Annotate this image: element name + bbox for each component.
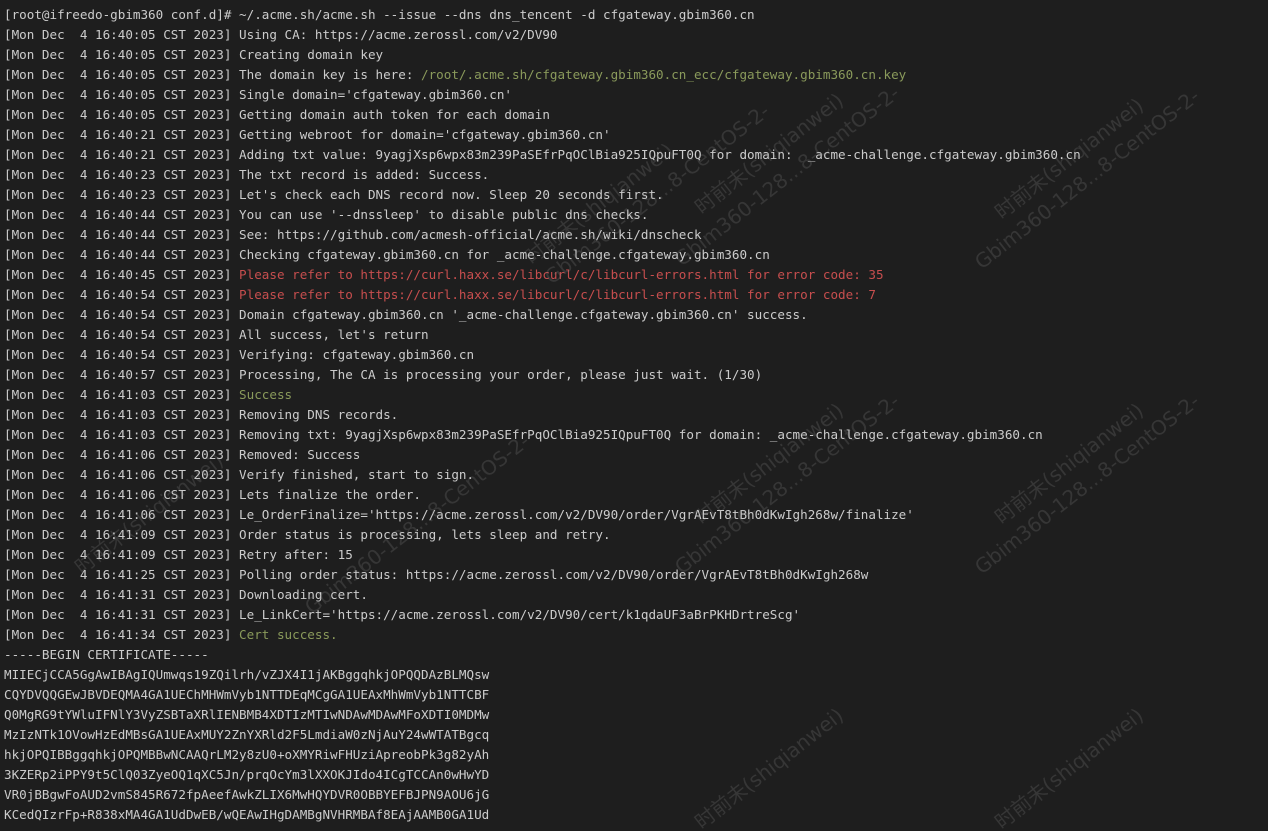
terminal-line: [Mon Dec 4 16:41:06 CST 2023] Verify fin… (4, 465, 1268, 485)
terminal-text: [Mon Dec 4 16:40:57 CST 2023] Processing… (4, 367, 763, 382)
terminal-line: MzIzNTk1OVowHzEdMBsGA1UEAxMUY2ZnYXRld2F5… (4, 725, 1268, 745)
terminal-line: [Mon Dec 4 16:40:05 CST 2023] The domain… (4, 65, 1268, 85)
terminal-text: [Mon Dec 4 16:41:31 CST 2023] Downloadin… (4, 587, 368, 602)
terminal-line: [Mon Dec 4 16:41:03 CST 2023] Removing t… (4, 425, 1268, 445)
terminal-line: [root@ifreedo-gbim360 conf.d]# ~/.acme.s… (4, 5, 1268, 25)
terminal-line: [Mon Dec 4 16:41:09 CST 2023] Retry afte… (4, 545, 1268, 565)
terminal-line: [Mon Dec 4 16:40:05 CST 2023] Creating d… (4, 45, 1268, 65)
terminal-text: [Mon Dec 4 16:40:05 CST 2023] The domain… (4, 67, 422, 82)
terminal-text: KCedQIzrFp+R838xMA4GA1UdDwEB/wQEAwIHgDAM… (4, 807, 490, 822)
terminal-line: [Mon Dec 4 16:40:54 CST 2023] Verifying:… (4, 345, 1268, 365)
terminal-line: [Mon Dec 4 16:40:23 CST 2023] Let's chec… (4, 185, 1268, 205)
highlight-text: Cert success. (239, 627, 338, 642)
terminal-text: [Mon Dec 4 16:41:06 CST 2023] Le_OrderFi… (4, 507, 914, 522)
terminal-text: [Mon Dec 4 16:41:03 CST 2023] (4, 387, 240, 402)
terminal-line: [Mon Dec 4 16:41:25 CST 2023] Polling or… (4, 565, 1268, 585)
terminal-text: [Mon Dec 4 16:40:54 CST 2023] Domain cfg… (4, 307, 808, 322)
terminal-line: [Mon Dec 4 16:41:06 CST 2023] Removed: S… (4, 445, 1268, 465)
terminal-text: 3KZERp2iPPY9t5ClQ03ZyeOQ1qXC5Jn/prqOcYm3… (4, 767, 490, 782)
terminal-line: CQYDVQQGEwJBVDEQMA4GA1UEChMHWmVyb1NTTDEq… (4, 685, 1268, 705)
terminal-line: [Mon Dec 4 16:41:03 CST 2023] Removing D… (4, 405, 1268, 425)
terminal-text: [Mon Dec 4 16:41:06 CST 2023] Lets final… (4, 487, 422, 502)
terminal-text: [Mon Dec 4 16:40:05 CST 2023] Creating d… (4, 47, 384, 62)
terminal-text: [Mon Dec 4 16:41:06 CST 2023] Removed: S… (4, 447, 361, 462)
terminal-line: [Mon Dec 4 16:41:09 CST 2023] Order stat… (4, 525, 1268, 545)
terminal-line: [Mon Dec 4 16:41:06 CST 2023] Le_OrderFi… (4, 505, 1268, 525)
terminal-line: -----BEGIN CERTIFICATE----- (4, 645, 1268, 665)
terminal-line: [Mon Dec 4 16:41:34 CST 2023] Cert succe… (4, 625, 1268, 645)
terminal-text: [Mon Dec 4 16:41:09 CST 2023] Order stat… (4, 527, 611, 542)
terminal-text: [Mon Dec 4 16:40:44 CST 2023] You can us… (4, 207, 649, 222)
terminal-text: [Mon Dec 4 16:40:21 CST 2023] Adding txt… (4, 147, 1081, 162)
terminal-text: MIIECjCCA5GgAwIBAgIQUmwqs19ZQilrh/vZJX4I… (4, 667, 490, 682)
terminal-line: [Mon Dec 4 16:40:21 CST 2023] Adding txt… (4, 145, 1268, 165)
error-text: Please refer to https://curl.haxx.se/lib… (239, 287, 876, 302)
terminal-text: [Mon Dec 4 16:40:05 CST 2023] Using CA: … (4, 27, 558, 42)
terminal-line: [Mon Dec 4 16:41:31 CST 2023] Le_LinkCer… (4, 605, 1268, 625)
terminal-window[interactable]: [root@ifreedo-gbim360 conf.d]# ~/.acme.s… (0, 0, 1268, 831)
terminal-text: [Mon Dec 4 16:40:44 CST 2023] Checking c… (4, 247, 770, 262)
terminal-text: [Mon Dec 4 16:40:21 CST 2023] Getting we… (4, 127, 611, 142)
terminal-line: MIIECjCCA5GgAwIBAgIQUmwqs19ZQilrh/vZJX4I… (4, 665, 1268, 685)
terminal-line: hkjOPQIBBggqhkjOPQMBBwNCAAQrLM2y8zU0+oXM… (4, 745, 1268, 765)
terminal-text: [Mon Dec 4 16:40:23 CST 2023] The txt re… (4, 167, 490, 182)
terminal-text: [Mon Dec 4 16:41:31 CST 2023] Le_LinkCer… (4, 607, 801, 622)
terminal-text: [Mon Dec 4 16:41:34 CST 2023] (4, 627, 240, 642)
highlight-text: /root/.acme.sh/cfgateway.gbim360.cn_ecc/… (421, 67, 907, 82)
error-text: Please refer to https://curl.haxx.se/lib… (239, 267, 884, 282)
terminal-text: Q0MgRG9tYWluIFNlY3VyZSBTaXRlIENBMB4XDTIz… (4, 707, 490, 722)
terminal-line: [Mon Dec 4 16:40:44 CST 2023] You can us… (4, 205, 1268, 225)
terminal-line: [Mon Dec 4 16:40:54 CST 2023] Domain cfg… (4, 305, 1268, 325)
terminal-line: [Mon Dec 4 16:41:06 CST 2023] Lets final… (4, 485, 1268, 505)
terminal-text: [Mon Dec 4 16:41:03 CST 2023] Removing D… (4, 407, 399, 422)
terminal-text: [Mon Dec 4 16:40:54 CST 2023] Verifying:… (4, 347, 475, 362)
terminal-text: [Mon Dec 4 16:40:45 CST 2023] (4, 267, 240, 282)
terminal-line: [Mon Dec 4 16:40:54 CST 2023] All succes… (4, 325, 1268, 345)
terminal-text: [Mon Dec 4 16:41:09 CST 2023] Retry afte… (4, 547, 353, 562)
terminal-line: [Mon Dec 4 16:40:05 CST 2023] Single dom… (4, 85, 1268, 105)
terminal-text: hkjOPQIBBggqhkjOPQMBBwNCAAQrLM2y8zU0+oXM… (4, 747, 490, 762)
terminal-text: VR0jBBgwFoAUD2vmS845R672fpAeefAwkZLIX6Mw… (4, 787, 490, 802)
terminal-line: [Mon Dec 4 16:40:05 CST 2023] Using CA: … (4, 25, 1268, 45)
terminal-text: [Mon Dec 4 16:40:54 CST 2023] All succes… (4, 327, 429, 342)
terminal-text: [Mon Dec 4 16:40:54 CST 2023] (4, 287, 240, 302)
terminal-line: [Mon Dec 4 16:40:44 CST 2023] See: https… (4, 225, 1268, 245)
terminal-line: Q0MgRG9tYWluIFNlY3VyZSBTaXRlIENBMB4XDTIz… (4, 705, 1268, 725)
terminal-text: -----BEGIN CERTIFICATE----- (4, 647, 209, 662)
terminal-text: [Mon Dec 4 16:40:23 CST 2023] Let's chec… (4, 187, 664, 202)
terminal-line: [Mon Dec 4 16:41:03 CST 2023] Success (4, 385, 1268, 405)
terminal-line: [Mon Dec 4 16:40:21 CST 2023] Getting we… (4, 125, 1268, 145)
terminal-line: [Mon Dec 4 16:40:54 CST 2023] Please ref… (4, 285, 1268, 305)
terminal-line: VR0jBBgwFoAUD2vmS845R672fpAeefAwkZLIX6Mw… (4, 785, 1268, 805)
terminal-text: MzIzNTk1OVowHzEdMBsGA1UEAxMUY2ZnYXRld2F5… (4, 727, 490, 742)
terminal-line: [Mon Dec 4 16:41:31 CST 2023] Downloadin… (4, 585, 1268, 605)
terminal-text: CQYDVQQGEwJBVDEQMA4GA1UEChMHWmVyb1NTTDEq… (4, 687, 490, 702)
terminal-line: 3KZERp2iPPY9t5ClQ03ZyeOQ1qXC5Jn/prqOcYm3… (4, 765, 1268, 785)
terminal-text: [root@ifreedo-gbim360 conf.d]# ~/.acme.s… (4, 7, 755, 22)
terminal-line: [Mon Dec 4 16:40:23 CST 2023] The txt re… (4, 165, 1268, 185)
highlight-text: Success (239, 387, 293, 402)
terminal-line: [Mon Dec 4 16:40:05 CST 2023] Getting do… (4, 105, 1268, 125)
terminal-text: [Mon Dec 4 16:41:25 CST 2023] Polling or… (4, 567, 869, 582)
terminal-line: [Mon Dec 4 16:40:57 CST 2023] Processing… (4, 365, 1268, 385)
terminal-line: [Mon Dec 4 16:40:44 CST 2023] Checking c… (4, 245, 1268, 265)
terminal-text: [Mon Dec 4 16:41:06 CST 2023] Verify fin… (4, 467, 475, 482)
terminal-text: [Mon Dec 4 16:40:05 CST 2023] Getting do… (4, 107, 550, 122)
terminal-text: [Mon Dec 4 16:40:44 CST 2023] See: https… (4, 227, 702, 242)
terminal-line: [Mon Dec 4 16:40:45 CST 2023] Please ref… (4, 265, 1268, 285)
terminal-output: [root@ifreedo-gbim360 conf.d]# ~/.acme.s… (4, 5, 1268, 825)
terminal-text: [Mon Dec 4 16:40:05 CST 2023] Single dom… (4, 87, 512, 102)
terminal-line: KCedQIzrFp+R838xMA4GA1UdDwEB/wQEAwIHgDAM… (4, 805, 1268, 825)
terminal-text: [Mon Dec 4 16:41:03 CST 2023] Removing t… (4, 427, 1043, 442)
